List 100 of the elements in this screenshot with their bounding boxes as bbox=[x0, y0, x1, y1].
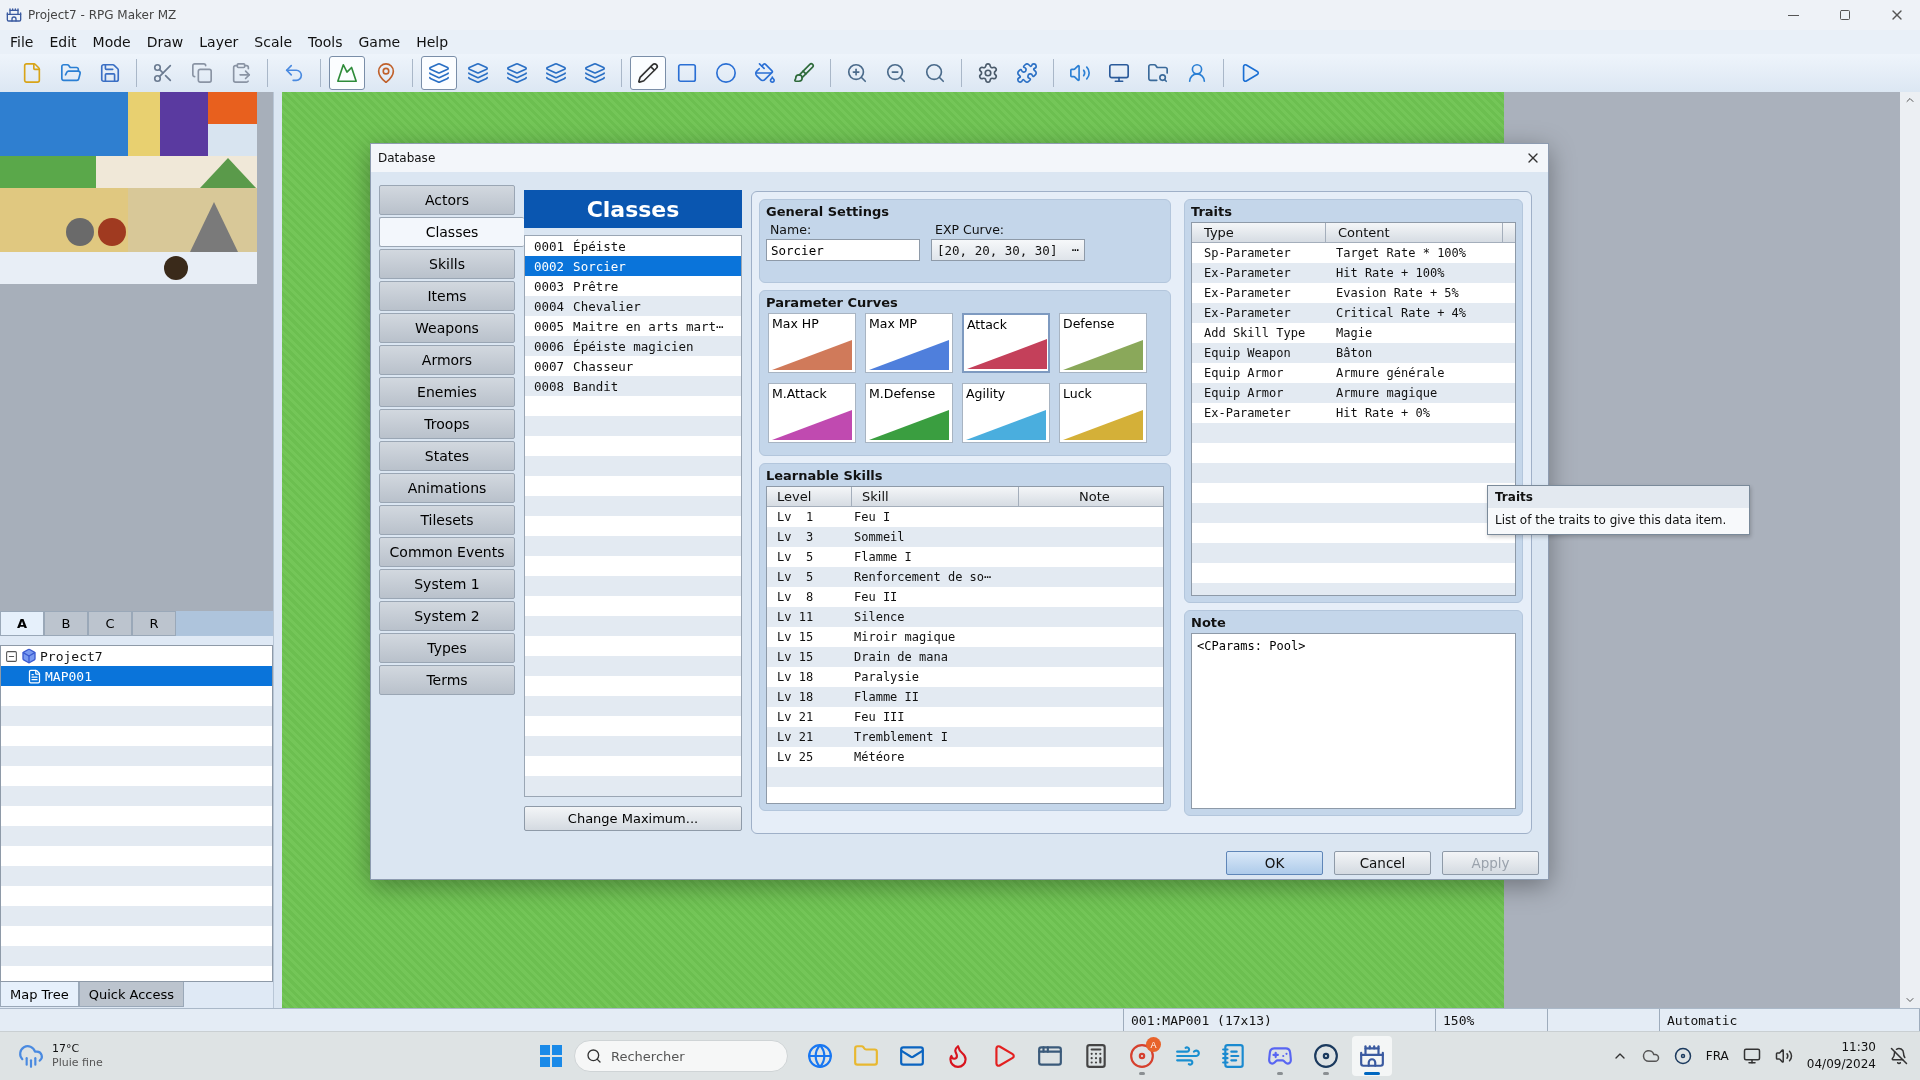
category-tab[interactable]: Troops bbox=[379, 409, 515, 439]
section-title: Note bbox=[1191, 615, 1227, 630]
category-tab[interactable]: Weapons bbox=[379, 313, 515, 343]
notifications-icon[interactable] bbox=[1890, 1047, 1908, 1065]
list-header: Classes bbox=[524, 190, 742, 228]
category-tab[interactable]: States bbox=[379, 441, 515, 471]
zoom-out-icon bbox=[885, 62, 907, 84]
table-cell-text: Tremblement I bbox=[853, 730, 949, 744]
category-tab[interactable]: Classes bbox=[379, 217, 524, 247]
category-tab[interactable]: System 1 bbox=[379, 569, 515, 599]
table-cell-text: Drain de mana bbox=[853, 650, 949, 664]
curve-button[interactable]: Agility bbox=[962, 383, 1050, 443]
tree-item[interactable]: Project7 bbox=[1, 646, 272, 666]
dialog-button[interactable]: OK bbox=[1226, 851, 1323, 875]
table-cell-text: Ex-Parameter bbox=[1203, 266, 1292, 280]
notification-badge: A bbox=[1146, 1037, 1161, 1052]
ellipsis-button[interactable]: ⋯ bbox=[1066, 243, 1084, 257]
tileset-tab[interactable]: B bbox=[44, 611, 88, 636]
calculator-icon bbox=[1083, 1043, 1109, 1069]
running-indicator bbox=[1364, 1072, 1380, 1075]
column-header[interactable]: Content bbox=[1326, 223, 1503, 242]
class-list-item[interactable]: 0005 Maitre en arts mart⋯ bbox=[525, 316, 741, 336]
monitor-icon bbox=[1108, 62, 1130, 84]
class-list-item[interactable]: 0001 Épéiste bbox=[525, 236, 741, 256]
clock[interactable]: 11:30 04/09/2024 bbox=[1806, 1039, 1876, 1073]
tooltip-title: Traits bbox=[1488, 486, 1749, 508]
category-tab[interactable]: Armors bbox=[379, 345, 515, 375]
curve-button[interactable]: Max HP bbox=[768, 313, 856, 373]
toolbar-button[interactable] bbox=[630, 56, 666, 90]
column-header[interactable]: Level bbox=[767, 487, 852, 506]
map-info: 001:MAP001 (17x13) bbox=[1131, 1012, 1272, 1028]
table-cell-text: Equip Armor bbox=[1203, 386, 1285, 400]
curve-button[interactable]: M.Attack bbox=[768, 383, 856, 443]
menu-item[interactable]: Edit bbox=[41, 34, 85, 50]
category-tab[interactable]: Common Events bbox=[379, 537, 515, 567]
column-header[interactable]: Note bbox=[1019, 487, 1163, 506]
category-tab[interactable]: Tilesets bbox=[379, 505, 515, 535]
menu-item[interactable]: Game bbox=[350, 34, 409, 50]
castle-icon bbox=[1359, 1043, 1385, 1069]
menu-item[interactable]: Tools bbox=[300, 34, 351, 50]
brush-icon bbox=[793, 62, 815, 84]
curve-button[interactable]: Attack bbox=[962, 313, 1050, 373]
folder-icon bbox=[60, 62, 82, 84]
exp-curve-field[interactable]: [20, 20, 30, 30] ⋯ bbox=[931, 239, 1085, 261]
curve-button[interactable]: Max MP bbox=[865, 313, 953, 373]
scrollbar[interactable] bbox=[1900, 92, 1920, 1008]
section-title: Learnable Skills bbox=[766, 468, 884, 483]
tileset-tab[interactable]: A bbox=[0, 611, 44, 636]
class-list-item[interactable]: 0004 Chevalier bbox=[525, 296, 741, 316]
category-tab[interactable]: Enemies bbox=[379, 377, 515, 407]
menu-item[interactable]: File bbox=[2, 34, 42, 50]
panel-tab[interactable]: Map Tree bbox=[0, 982, 79, 1007]
category-tab[interactable]: Skills bbox=[379, 249, 515, 279]
taskbar-button[interactable] bbox=[1352, 1036, 1392, 1076]
column-header[interactable]: Type bbox=[1192, 223, 1326, 242]
class-list-item[interactable]: 0003 Prêtre bbox=[525, 276, 741, 296]
note-field[interactable]: <CParams: Pool> bbox=[1191, 633, 1516, 809]
class-list-item[interactable]: 0007 Chasseur bbox=[525, 356, 741, 376]
column-header[interactable]: Skill bbox=[852, 487, 1019, 506]
maximize-icon bbox=[1839, 9, 1851, 21]
menu-item[interactable]: Help bbox=[408, 34, 457, 50]
category-tab[interactable]: Terms bbox=[379, 665, 515, 695]
category-tab[interactable]: System 2 bbox=[379, 601, 515, 631]
change-maximum-button[interactable]: Change Maximum... bbox=[524, 806, 742, 831]
language-indicator[interactable]: FRA bbox=[1705, 1049, 1729, 1063]
menu-item[interactable]: Mode bbox=[84, 34, 139, 50]
class-list-item[interactable]: 0002 Sorcier bbox=[525, 256, 741, 276]
class-list-item[interactable]: 0008 Bandit bbox=[525, 376, 741, 396]
table-cell-text: Lv 21 bbox=[776, 710, 815, 724]
table-cell-text: Add Skill Type bbox=[1203, 326, 1307, 340]
layers-icon bbox=[467, 62, 489, 84]
table-cell-text: Sp-Parameter bbox=[1203, 246, 1292, 260]
curve-button[interactable]: M.Defense bbox=[865, 383, 953, 443]
weather-icon[interactable] bbox=[18, 1043, 44, 1069]
menu-item[interactable]: Draw bbox=[138, 34, 192, 50]
search-icon bbox=[586, 1048, 602, 1064]
tileset-tab[interactable]: C bbox=[88, 611, 132, 636]
collapse-icon[interactable] bbox=[5, 649, 18, 663]
menu-item[interactable]: Layer bbox=[191, 34, 247, 50]
curve-button[interactable]: Luck bbox=[1059, 383, 1147, 443]
scissors-icon bbox=[152, 62, 174, 84]
class-list-item[interactable]: 0006 Épéiste magicien bbox=[525, 336, 741, 356]
windows-logo-icon[interactable] bbox=[540, 1045, 562, 1067]
menu-item[interactable]: Scale bbox=[246, 34, 300, 50]
table-cell-text: Paralysie bbox=[853, 670, 921, 684]
tree-item[interactable]: MAP001 bbox=[1, 666, 272, 686]
dialog-button[interactable]: Cancel bbox=[1334, 851, 1431, 875]
panel-tab[interactable]: Quick Access bbox=[78, 982, 185, 1007]
curve-button[interactable]: Defense bbox=[1059, 313, 1147, 373]
volume-icon[interactable] bbox=[1774, 1047, 1793, 1065]
category-tab[interactable]: Actors bbox=[379, 185, 515, 215]
table-cell-text: Lv 3 bbox=[776, 530, 815, 544]
cloud-icon[interactable] bbox=[1641, 1047, 1660, 1065]
category-tab[interactable]: Types bbox=[379, 633, 515, 663]
window-icon bbox=[1037, 1043, 1063, 1069]
tileset-tab[interactable]: R bbox=[132, 611, 176, 636]
category-tab[interactable]: Items bbox=[379, 281, 515, 311]
category-tab[interactable]: Animations bbox=[379, 473, 515, 503]
name-field[interactable]: Sorcier bbox=[766, 239, 920, 261]
search-field[interactable]: Rechercher bbox=[574, 1040, 788, 1072]
